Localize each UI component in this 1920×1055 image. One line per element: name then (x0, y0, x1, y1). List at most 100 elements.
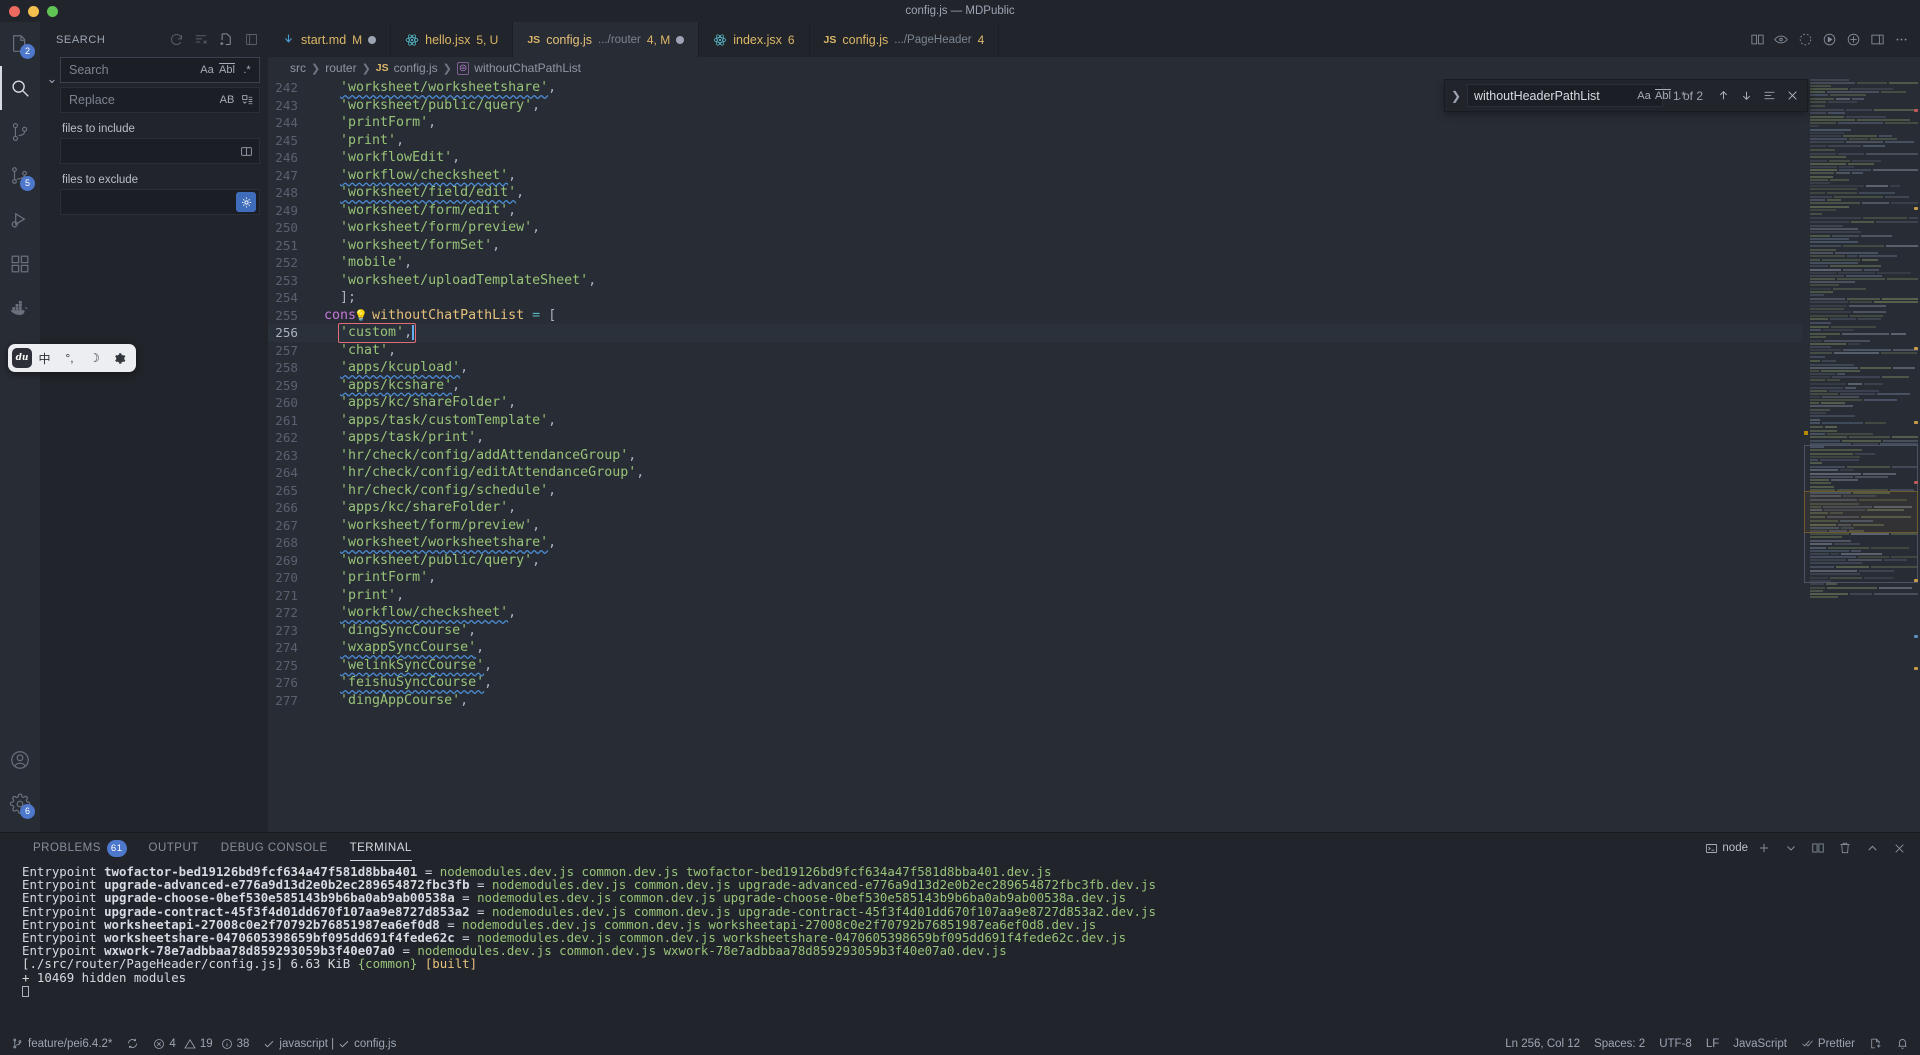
tab-hello-jsx[interactable]: hello.jsx 5, U (391, 22, 514, 57)
code-line[interactable]: 250 'worksheet/form/preview', (268, 219, 1802, 237)
match-case-toggle[interactable]: Aa (198, 61, 216, 79)
tab-config-js-router[interactable]: JS config.js .../router 4, M (513, 22, 700, 57)
ime-chinese-mode-button[interactable]: 中 (32, 346, 57, 370)
use-exclude-settings-button[interactable] (236, 141, 256, 161)
status-eol[interactable]: LF (1699, 1032, 1726, 1055)
status-encoding[interactable]: UTF-8 (1652, 1032, 1699, 1055)
close-panel-button[interactable] (1888, 837, 1910, 859)
find-in-selection-button[interactable] (1759, 85, 1780, 106)
editor-more-button[interactable] (1890, 29, 1912, 51)
status-indentation[interactable]: Spaces: 2 (1587, 1032, 1652, 1055)
code-line[interactable]: 245 'print', (268, 132, 1802, 150)
status-language-mode[interactable]: JavaScript (1726, 1032, 1794, 1055)
code-line[interactable]: 258 'apps/kcupload', (268, 359, 1802, 377)
code-area[interactable]: 242 'worksheet/worksheetshare', 243 'work… (268, 79, 1802, 832)
toggle-replace-button[interactable]: ⌄ (44, 57, 60, 219)
files-to-include-input[interactable] (60, 138, 260, 164)
preserve-case-toggle[interactable]: AB (218, 91, 236, 109)
activity-item-run-and-debug[interactable] (0, 198, 40, 242)
find-widget[interactable]: ❯ Aa Abl .* 1 of 2 (1443, 79, 1808, 112)
code-line[interactable]: 277 'dingAppCourse', (268, 692, 1802, 710)
toggle-inlay-button[interactable] (1770, 29, 1792, 51)
breadcrumb-item-config-js[interactable]: JS config.js ❯ (376, 61, 452, 75)
status-prettier[interactable]: Prettier (1794, 1032, 1862, 1055)
status-notifications[interactable] (1889, 1032, 1916, 1055)
code-line[interactable]: 272 'workflow/checksheet', (268, 604, 1802, 622)
status-branch[interactable]: feature/pei6.4.2* (4, 1032, 119, 1055)
status-cursor-position[interactable]: Ln 256, Col 12 (1498, 1032, 1587, 1055)
tab-dirty-indicator[interactable] (368, 35, 377, 44)
code-line[interactable]: 256 'custom', (268, 323, 1802, 343)
files-to-exclude-input[interactable] (60, 189, 260, 215)
code-line[interactable]: 271 'print', (268, 587, 1802, 605)
code-line[interactable]: 266 'apps/kc/shareFolder', (268, 499, 1802, 517)
replace-all-button[interactable] (238, 91, 256, 109)
code-line[interactable]: 261 'apps/task/customTemplate', (268, 412, 1802, 430)
code-line[interactable]: 265 'hr/check/config/schedule', (268, 482, 1802, 500)
terminal-dropdown-button[interactable] (1780, 837, 1802, 859)
code-line[interactable]: 268 'worksheet/worksheetshare', (268, 534, 1802, 552)
minimap[interactable] (1802, 79, 1920, 832)
code-line[interactable]: 259 'apps/kcshare', (268, 377, 1802, 395)
open-new-search-editor-button[interactable] (215, 29, 237, 51)
refresh-search-button[interactable] (165, 29, 187, 51)
ime-logo-icon[interactable]: du (12, 348, 32, 368)
new-terminal-button[interactable] (1753, 837, 1775, 859)
breadcrumb-item-router[interactable]: router ❯ (325, 61, 371, 75)
activity-item-source-control-git[interactable] (0, 110, 40, 154)
split-terminal-button[interactable] (1807, 837, 1829, 859)
find-regex-toggle[interactable]: .* (1673, 87, 1691, 105)
activity-item-explorer[interactable]: 2 (0, 22, 40, 66)
maximize-panel-button[interactable] (1861, 837, 1883, 859)
code-line[interactable]: 247 'workflow/checksheet', (268, 167, 1802, 185)
tab-dirty-indicator[interactable] (676, 35, 685, 44)
code-line[interactable]: 260 'apps/kc/shareFolder', (268, 394, 1802, 412)
find-match-case-toggle[interactable]: Aa (1635, 87, 1653, 105)
use-ignore-files-button[interactable] (236, 192, 256, 212)
status-eslint[interactable]: javascript | config.js (256, 1032, 403, 1055)
activity-item-settings[interactable]: 6 (0, 782, 40, 826)
close-find-button[interactable] (1782, 85, 1803, 106)
breadcrumb-item-src[interactable]: src ❯ (290, 61, 320, 75)
activity-item-extensions[interactable] (0, 242, 40, 286)
ime-punctuation-button[interactable]: °, (57, 346, 82, 370)
activity-item-docker[interactable] (0, 286, 40, 330)
terminal-output[interactable]: Entrypoint twofactor-bed19126bd9fcf634a4… (0, 863, 1920, 1032)
ime-switcher-popup[interactable]: du 中 °, ☽ (8, 344, 136, 372)
code-line[interactable]: 262 'apps/task/print', (268, 429, 1802, 447)
toggle-panel-button[interactable] (1866, 29, 1888, 51)
code-line[interactable]: 251 'worksheet/formSet', (268, 237, 1802, 255)
ime-moon-button[interactable]: ☽ (82, 346, 107, 370)
panel-tab-debug-console[interactable]: DEBUG CONSOLE (210, 833, 339, 863)
find-input-wrapper[interactable]: Aa Abl .* (1466, 84, 1686, 107)
clear-search-results-button[interactable] (190, 29, 212, 51)
code-line[interactable]: 273 'dingSyncCourse', (268, 622, 1802, 640)
use-regex-toggle[interactable]: .* (238, 61, 256, 79)
status-sync[interactable] (119, 1032, 146, 1055)
tab-index-jsx[interactable]: index.jsx 6 (699, 22, 810, 57)
toggle-replace-in-find-button[interactable]: ❯ (1447, 81, 1465, 111)
code-line[interactable]: 255 💡 const withoutChatPathList = [ (268, 307, 1802, 325)
code-action-lightbulb-icon[interactable]: 💡 (354, 307, 368, 325)
code-line[interactable]: 276 'feishuSyncCourse', (268, 674, 1802, 692)
editor-scrollbar[interactable] (1906, 79, 1920, 832)
activity-item-source-control[interactable]: 5 (0, 154, 40, 198)
code-line[interactable]: 263 'hr/check/config/addAttendanceGroup'… (268, 447, 1802, 465)
code-line[interactable]: 270 'printForm', (268, 569, 1802, 587)
code-line[interactable]: 275 'welinkSyncCourse', (268, 657, 1802, 675)
find-next-button[interactable] (1736, 85, 1757, 106)
code-line[interactable]: 274 'wxappSyncCourse', (268, 639, 1802, 657)
code-line[interactable]: 249 'worksheet/form/edit', (268, 202, 1802, 220)
code-line[interactable]: 253 'worksheet/uploadTemplateSheet', (268, 272, 1802, 290)
code-line[interactable]: 254 ]; (268, 289, 1802, 307)
kill-terminal-button[interactable] (1834, 837, 1856, 859)
view-as-tree-button[interactable] (240, 29, 262, 51)
code-line[interactable]: 257 'chat', (268, 342, 1802, 360)
split-editor-button[interactable] (1746, 29, 1768, 51)
status-problems[interactable]: 4 19 38 (146, 1032, 256, 1055)
code-line[interactable]: 248 'worksheet/field/edit', (268, 184, 1802, 202)
code-line[interactable]: 269 'worksheet/public/query', (268, 552, 1802, 570)
panel-tab-problems[interactable]: PROBLEMS 61 (22, 833, 138, 863)
more-actions-circle-button[interactable] (1794, 29, 1816, 51)
activity-item-accounts[interactable] (0, 738, 40, 782)
